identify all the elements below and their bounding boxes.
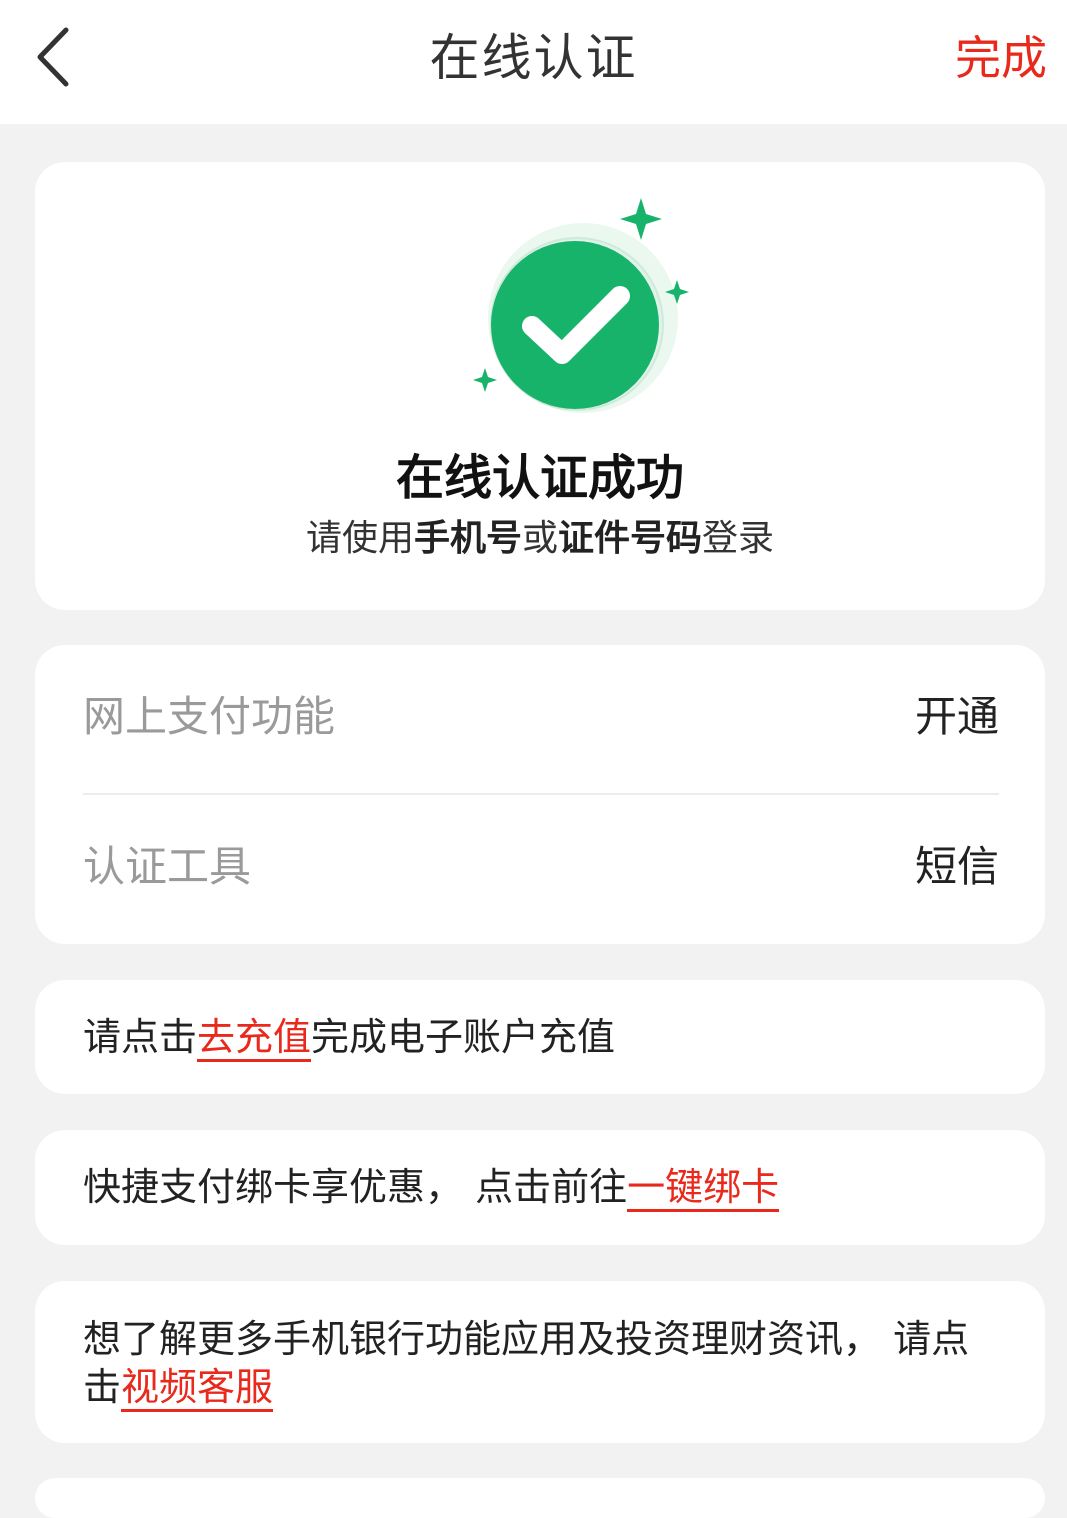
recharge-tip-card: 请点击去充值完成电子账户充值	[35, 980, 1045, 1094]
done-button[interactable]: 完成	[955, 28, 1047, 88]
login-hint-id: 证件号码	[558, 518, 703, 559]
info-label: 网上支付功能	[83, 692, 336, 741]
info-row-online-payment: 网上支付功能 开通	[83, 645, 999, 793]
info-value: 短信	[914, 842, 999, 891]
success-card: 在线认证成功 请使用手机号或证件号码登录	[35, 162, 1045, 610]
video-service-tip-text: 想了解更多手机银行功能应用及投资理财资讯， 请点击视频客服	[83, 1315, 985, 1412]
recharge-tip-prefix: 请点击	[83, 1015, 198, 1059]
login-hint-prefix: 请使用	[305, 518, 414, 559]
page-title: 在线认证	[429, 29, 638, 87]
login-hint-or: 或	[521, 518, 558, 559]
login-hint: 请使用手机号或证件号码登录	[35, 514, 1045, 564]
next-card-partial	[35, 1478, 1045, 1518]
top-nav-bar: 在线认证 完成	[0, 0, 1067, 124]
recharge-link[interactable]: 去充值	[197, 1015, 312, 1062]
info-value: 开通	[914, 692, 999, 741]
bind-card-tip-text: 快捷支付绑卡享优惠， 点击前往一键绑卡	[83, 1144, 985, 1230]
recharge-tip-suffix: 完成电子账户充值	[311, 1015, 616, 1059]
login-hint-suffix: 登录	[702, 518, 775, 559]
login-hint-phone: 手机号	[413, 518, 522, 559]
recharge-tip-text: 请点击去充值完成电子账户充值	[83, 994, 985, 1080]
info-label: 认证工具	[83, 842, 252, 891]
check-circle-icon	[473, 198, 689, 413]
info-row-auth-tool: 认证工具 短信	[83, 795, 999, 943]
info-card: 网上支付功能 开通 认证工具 短信	[35, 645, 1045, 944]
bind-card-link[interactable]: 一键绑卡	[627, 1165, 780, 1212]
video-service-link[interactable]: 视频客服	[121, 1365, 274, 1412]
video-service-tip-card: 想了解更多手机银行功能应用及投资理财资讯， 请点击视频客服	[35, 1281, 1045, 1443]
success-heading: 在线认证成功	[395, 450, 684, 506]
bind-card-tip-card: 快捷支付绑卡享优惠， 点击前往一键绑卡	[35, 1130, 1045, 1245]
bind-card-tip-prefix: 快捷支付绑卡享优惠， 点击前往	[83, 1165, 628, 1209]
